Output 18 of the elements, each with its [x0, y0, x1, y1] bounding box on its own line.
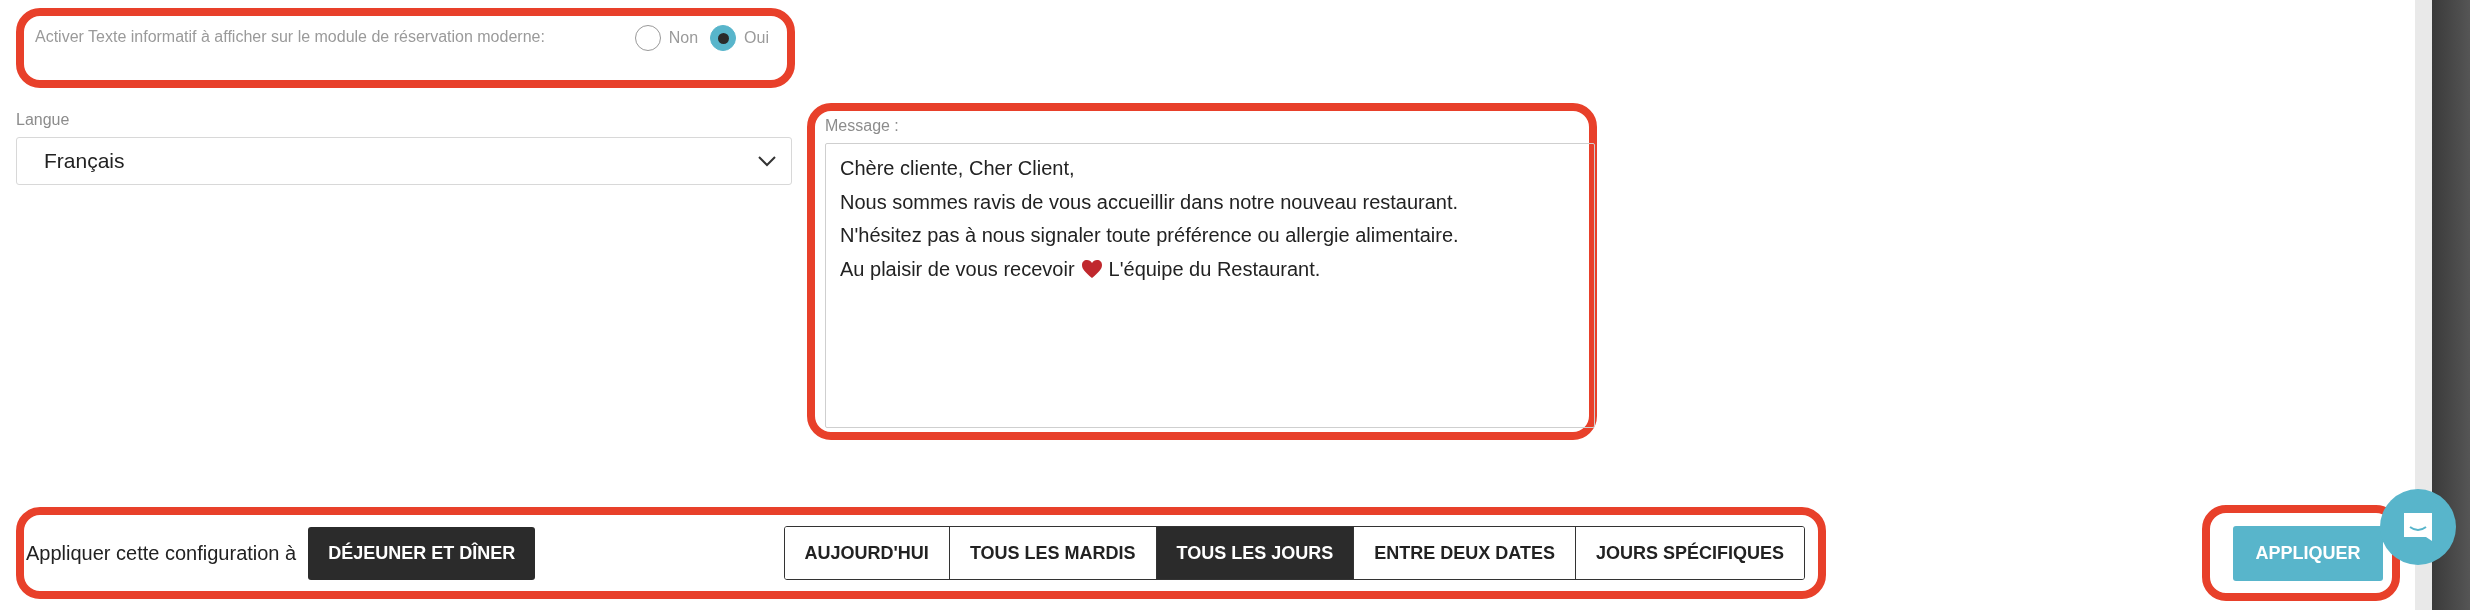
- language-select[interactable]: Français: [16, 137, 792, 185]
- chevron-down-icon: [757, 155, 777, 167]
- message-text: Chère cliente, Cher Client,: [840, 156, 1075, 181]
- config-label: Appliquer cette configuration à: [26, 541, 297, 565]
- message-text: Nous sommes ravis de vous accueillir dans notre nouveau restaurant.: [840, 189, 1459, 215]
- period-tab[interactable]: TOUS LES JOURS: [1155, 527, 1354, 579]
- message-text: L'équipe du Restaurant.: [1108, 256, 1321, 282]
- message-text: N'hésitez pas à nous signaler toute préférence ou allergie alimentaire.: [840, 223, 1459, 248]
- radio-button[interactable]: [634, 25, 661, 51]
- toggle-label: Activer Texte informatif à afficher sur le module de réservation moderne:: [35, 27, 546, 47]
- radio-button[interactable]: [710, 25, 737, 51]
- message-text: Au plaisir de vous recevoir: [840, 256, 1075, 282]
- service-button[interactable]: DÉJEUNER ET DÎNER: [308, 526, 536, 580]
- message-field[interactable]: [825, 143, 1595, 428]
- field-label: Langue: [16, 111, 71, 129]
- heart-icon: [1080, 259, 1103, 280]
- field-label: Message :: [825, 117, 900, 135]
- period-tab[interactable]: JOURS SPÉCIFIQUES: [1574, 527, 1804, 579]
